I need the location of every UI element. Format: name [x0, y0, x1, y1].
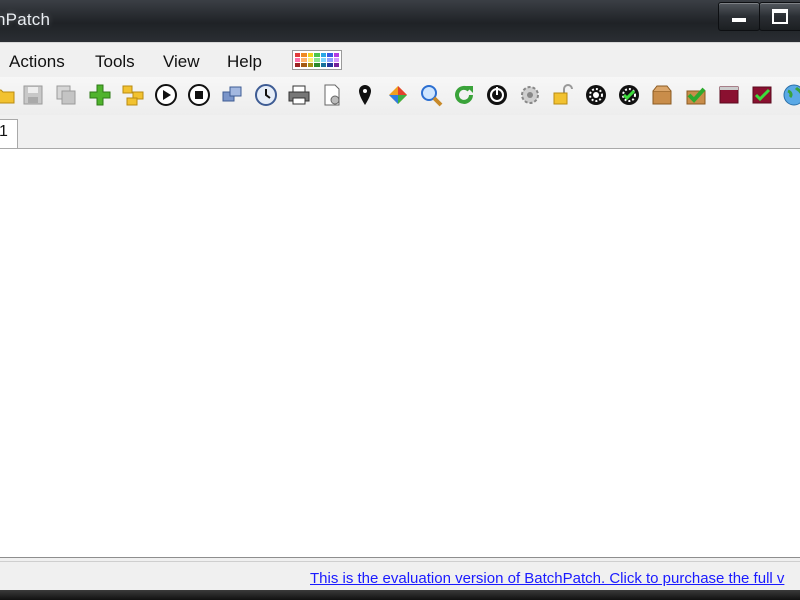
maximize-button[interactable]	[759, 2, 800, 31]
palette-swatch	[314, 63, 320, 67]
open-folder-icon[interactable]	[0, 83, 16, 107]
toolbar	[0, 77, 800, 115]
save-icon[interactable]	[21, 83, 45, 107]
palette-swatch	[333, 53, 339, 57]
copy-hosts-icon[interactable]	[54, 83, 78, 107]
location-pin-icon[interactable]	[353, 83, 377, 107]
status-divider	[0, 561, 800, 562]
palette-swatch	[333, 58, 339, 62]
palette-swatch	[301, 58, 307, 62]
settings-document-icon[interactable]	[320, 83, 344, 107]
group-icon[interactable]	[121, 83, 145, 107]
search-icon[interactable]	[419, 83, 443, 107]
menu-view[interactable]: View	[163, 52, 200, 72]
minimize-button[interactable]	[718, 2, 760, 31]
menu-actions[interactable]: Actions	[9, 52, 65, 72]
wheel-icon[interactable]	[584, 83, 608, 107]
menu-tools[interactable]: Tools	[95, 52, 135, 72]
palette-swatch	[301, 63, 307, 67]
globe-icon[interactable]	[782, 83, 800, 107]
printer-icon[interactable]	[287, 83, 311, 107]
title-bar: hPatch	[0, 0, 800, 42]
minimize-icon	[732, 18, 746, 22]
add-icon[interactable]	[88, 83, 112, 107]
palette-swatch	[327, 63, 333, 67]
palette-swatch	[295, 58, 301, 62]
services-icon[interactable]	[518, 83, 542, 107]
hosts-grid-area[interactable]	[0, 149, 800, 557]
palette-swatch	[314, 53, 320, 57]
status-bar: This is the evaluation version of BatchP…	[0, 557, 800, 591]
palette-swatch	[314, 58, 320, 62]
power-icon[interactable]	[485, 83, 509, 107]
palette-swatch	[320, 58, 327, 62]
refresh-icon[interactable]	[452, 83, 476, 107]
palette-swatch	[320, 63, 327, 67]
console-check-icon[interactable]	[750, 83, 774, 107]
menu-help[interactable]: Help	[227, 52, 262, 72]
tab-grid-1[interactable]: 1	[0, 119, 18, 149]
palette-swatch	[295, 63, 301, 67]
palette-swatch	[333, 63, 339, 67]
palette-swatch	[307, 53, 314, 57]
palette-swatch	[307, 63, 314, 67]
taskbar-edge	[0, 590, 800, 600]
palette-swatch	[301, 53, 307, 57]
wheel-check-icon[interactable]	[617, 83, 641, 107]
tab-strip: 1	[0, 115, 800, 149]
palette-swatch	[295, 53, 301, 57]
palette-swatch	[320, 53, 327, 57]
windows-update-icon[interactable]	[386, 83, 410, 107]
console-icon[interactable]	[717, 83, 741, 107]
play-icon[interactable]	[154, 83, 178, 107]
palette-swatch	[307, 58, 314, 62]
package-icon[interactable]	[650, 83, 674, 107]
window-title: hPatch	[0, 10, 51, 29]
palette-swatch	[327, 53, 333, 57]
purchase-link[interactable]: This is the evaluation version of BatchP…	[310, 570, 784, 587]
menu-bar: Actions Tools View Help	[0, 42, 800, 78]
approve-icon[interactable]	[684, 83, 708, 107]
unlock-icon[interactable]	[551, 83, 575, 107]
palette-swatch	[327, 58, 333, 62]
color-palette-button[interactable]	[292, 50, 342, 70]
schedule-clock-icon[interactable]	[254, 83, 278, 107]
deploy-icon[interactable]	[220, 83, 244, 107]
maximize-icon	[772, 9, 788, 24]
stop-icon[interactable]	[187, 83, 211, 107]
